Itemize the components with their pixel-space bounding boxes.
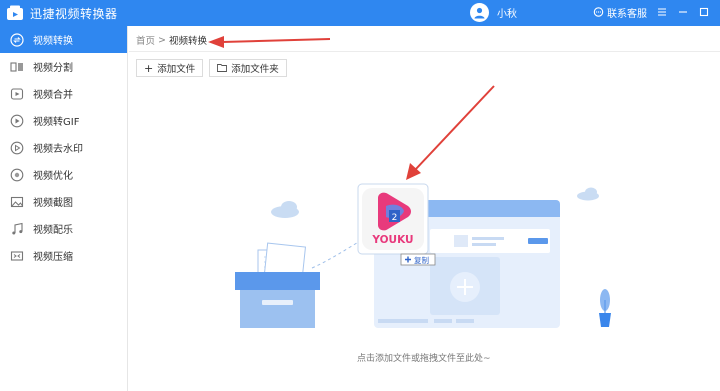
drop-zone-illustration[interactable]: 2 YOUKU 复制 [0, 0, 720, 391]
copy-tooltip: 复制 [400, 253, 436, 266]
copy-label: 复制 [414, 255, 429, 265]
file-box-illustration [235, 242, 320, 328]
drop-hint: 点击添加文件或拖拽文件至此处~ [357, 354, 491, 364]
cloud-icon [271, 201, 299, 218]
dashed-connector [311, 237, 366, 269]
dragged-app-icon: 2 YOUKU [357, 183, 429, 255]
drag-badge: 2 [392, 213, 398, 223]
youku-label: YOUKU [371, 234, 413, 246]
plant-icon [599, 289, 611, 327]
cloud-icon [577, 187, 599, 201]
